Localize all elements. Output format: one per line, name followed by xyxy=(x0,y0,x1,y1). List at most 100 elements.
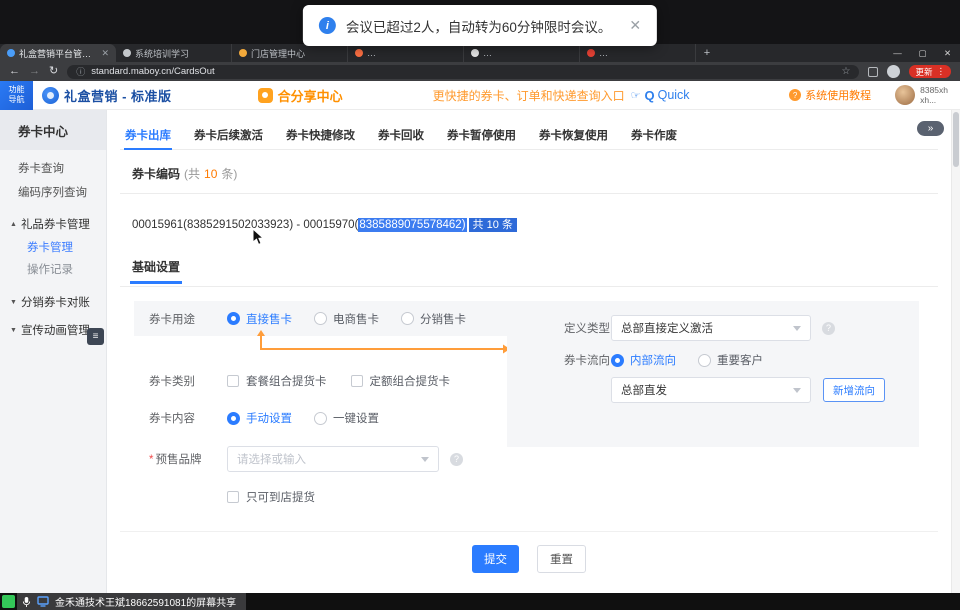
help-dot-icon[interactable]: ? xyxy=(450,453,463,466)
chevron-down-icon xyxy=(793,326,801,331)
user-name-line1: 8385xh xyxy=(920,85,948,95)
tab-title: 系统培训学习 xyxy=(135,47,224,60)
browser-tab-6[interactable]: … xyxy=(580,44,696,62)
sidebar-group-label: 礼品券卡管理 xyxy=(21,216,90,232)
define-type-select[interactable]: 总部直接定义激活 xyxy=(611,315,811,341)
reset-button[interactable]: 重置 xyxy=(537,545,586,573)
chevron-down-icon: ▼ xyxy=(10,299,17,306)
sidebar-item-card-query[interactable]: 券卡查询 xyxy=(0,156,106,180)
submit-button[interactable]: 提交 xyxy=(472,545,519,573)
radio-icon xyxy=(314,312,327,325)
user-name-line2: xh... xyxy=(920,95,948,105)
radio-manual-setup[interactable]: 手动设置 xyxy=(227,410,292,426)
radio-label: 分销售卡 xyxy=(420,311,466,327)
url-bar[interactable]: ⓘ standard.maboy.cn/CardsOut ☆ xyxy=(67,65,859,79)
tab-close-icon[interactable]: ✕ xyxy=(101,48,109,59)
checkbox-fixed-combo-card[interactable]: 定额组合提货卡 xyxy=(351,373,451,389)
tab-card-suspend[interactable]: 券卡暂停使用 xyxy=(442,123,521,149)
flow-select[interactable]: 总部直发 xyxy=(611,377,811,403)
radio-ecommerce-sale[interactable]: 电商售卡 xyxy=(314,311,379,327)
reload-icon[interactable]: ↻ xyxy=(49,66,58,77)
browser-profile-avatar[interactable] xyxy=(887,65,900,78)
favicon-icon xyxy=(355,49,363,57)
code-section-title: 券卡编码 xyxy=(132,165,180,182)
site-info-icon[interactable]: ⓘ xyxy=(76,65,85,78)
tab-card-recycle[interactable]: 券卡回收 xyxy=(373,123,429,149)
app-body: 券卡中心 券卡查询 编码序列查询 ▲ 礼品券卡管理 券卡管理 操作记录 ▼ 分销… xyxy=(0,110,960,593)
checkbox-store-pickup-only[interactable]: 只可到店提货 xyxy=(227,489,315,505)
screen-share-bar: 金禾通技术王斌18662591081的屏幕共享 xyxy=(0,593,960,610)
share-status-text: 金禾通技术王斌18662591081的屏幕共享 xyxy=(55,594,236,609)
browser-tab-5[interactable]: … xyxy=(464,44,580,62)
chevron-down-icon xyxy=(421,457,429,462)
sidebar-item-code-sequence-query[interactable]: 编码序列查询 xyxy=(0,180,106,204)
function-nav-button[interactable]: 功能 导航 xyxy=(0,81,33,110)
code-selected: 8385889075578462) xyxy=(358,218,466,232)
screen-share-icon xyxy=(37,596,49,607)
add-flow-button[interactable]: 新增流向 xyxy=(823,378,885,402)
bookmark-star-icon[interactable]: ☆ xyxy=(842,66,851,77)
radio-internal-flow[interactable]: 内部流向 xyxy=(611,352,676,368)
collapse-panel-button[interactable]: » xyxy=(917,121,944,136)
mic-icon xyxy=(22,596,31,608)
help-icon: ? xyxy=(789,89,801,101)
pointer-icon: ☞ xyxy=(631,89,641,102)
sidebar-group-distribution-reconcile[interactable]: ▼ 分销券卡对账 xyxy=(0,290,106,314)
chevron-up-icon: ▲ xyxy=(10,221,17,228)
back-icon[interactable]: ← xyxy=(9,66,20,77)
sidebar-toggle-icon[interactable]: ≡ xyxy=(87,328,104,345)
sidebar-item-operation-log[interactable]: 操作记录 xyxy=(0,258,106,280)
radio-one-click-setup[interactable]: 一键设置 xyxy=(314,410,379,426)
tab-card-outbound[interactable]: 券卡出库 xyxy=(120,123,176,149)
presale-brand-select[interactable]: 请选择或输入 xyxy=(227,446,439,472)
menu-kebab-icon[interactable]: ⋮ xyxy=(937,66,946,77)
card-category-label: 券卡类别 xyxy=(149,373,211,389)
page-scrollbar[interactable] xyxy=(951,110,960,593)
new-tab-button[interactable]: + xyxy=(696,44,718,62)
help-dot-icon[interactable]: ? xyxy=(822,322,835,335)
sidebar-item-card-management[interactable]: 券卡管理 xyxy=(0,236,106,258)
card-content-label: 券卡内容 xyxy=(149,410,211,426)
sidebar-title: 券卡中心 xyxy=(0,110,106,150)
close-icon[interactable]: ✕ xyxy=(935,44,960,62)
update-button[interactable]: 更新 ⋮ xyxy=(909,65,951,78)
radio-distribution-sale[interactable]: 分销售卡 xyxy=(401,311,466,327)
user-info[interactable]: 8385xh xh... xyxy=(895,85,948,105)
chevron-down-icon: ▼ xyxy=(10,327,17,334)
browser-tab-4[interactable]: … xyxy=(348,44,464,62)
browser-tabstrip: 礼盒营销平台管理中心 ✕ 系统培训学习 门店管理中心 … … … + — ▢ ✕ xyxy=(0,44,960,62)
browser-tab-2[interactable]: 系统培训学习 xyxy=(116,44,232,62)
share-status-chip[interactable]: 金禾通技术王斌18662591081的屏幕共享 xyxy=(17,593,246,610)
radio-important-customer[interactable]: 重要客户 xyxy=(698,352,763,368)
radio-direct-sale[interactable]: 直接售卡 xyxy=(227,311,292,327)
label-text: 预售品牌 xyxy=(155,454,201,466)
brand-title: 礼盒营销 - 标准版 xyxy=(64,86,172,105)
flow-connector-arrow xyxy=(254,329,512,355)
extensions-icon[interactable] xyxy=(868,67,878,77)
tutorial-link[interactable]: ? 系统使用教程 xyxy=(789,87,871,103)
browser-tab-3[interactable]: 门店管理中心 xyxy=(232,44,348,62)
browser-tab-active[interactable]: 礼盒营销平台管理中心 ✕ xyxy=(0,44,116,62)
browser-toolbar: ← → ↻ ⓘ standard.maboy.cn/CardsOut ☆ 更新 … xyxy=(0,62,960,81)
toast-close-icon[interactable]: ✕ xyxy=(629,17,641,34)
tab-card-followup-activate[interactable]: 券卡后续激活 xyxy=(189,123,268,149)
define-panel: 定义类型 总部直接定义激活 ? 券卡流向 内部流向 xyxy=(507,301,919,447)
quick-link[interactable]: Q Quick xyxy=(644,88,689,103)
radio-label: 一键设置 xyxy=(333,410,379,426)
basic-settings-form: 券卡用途 直接售卡 电商售卡 分销售卡 xyxy=(120,301,938,513)
user-avatar[interactable] xyxy=(895,85,915,105)
nav-toggle-line1: 功能 xyxy=(9,85,25,95)
maximize-icon[interactable]: ▢ xyxy=(910,44,935,62)
share-center-link[interactable]: 合分享中心 xyxy=(258,86,343,105)
sidebar-group-gift-card-mgmt[interactable]: ▲ 礼品券卡管理 xyxy=(0,212,106,236)
share-center-icon xyxy=(258,88,273,103)
radio-label: 直接售卡 xyxy=(246,311,292,327)
minimize-icon[interactable]: — xyxy=(885,44,910,62)
forward-icon[interactable]: → xyxy=(29,66,40,77)
count-badge: 共 10 条 xyxy=(469,218,517,232)
tab-card-void[interactable]: 券卡作废 xyxy=(626,123,682,149)
checkbox-package-combo-card[interactable]: 套餐组合提货卡 xyxy=(227,373,327,389)
scrollbar-thumb[interactable] xyxy=(953,112,959,167)
tab-card-restore[interactable]: 券卡恢复使用 xyxy=(534,123,613,149)
tab-card-quick-edit[interactable]: 券卡快捷修改 xyxy=(281,123,360,149)
